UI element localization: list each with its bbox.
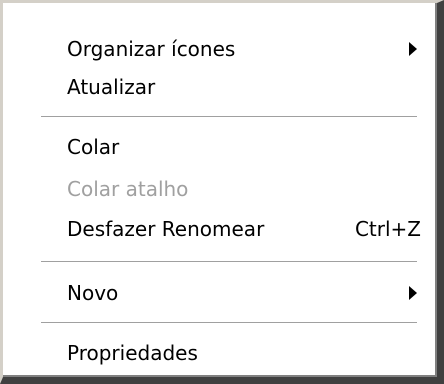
menu-item-atualizar[interactable]: Atualizar	[67, 71, 421, 103]
menu-separator	[41, 261, 417, 263]
menu-item-colar[interactable]: Colar	[67, 131, 421, 163]
menu-item-label: Colar atalho	[67, 177, 189, 201]
menu-item-propriedades[interactable]: Propriedades	[67, 337, 421, 369]
menu-item-shortcut: Ctrl+Z	[354, 217, 421, 241]
menu-separator	[41, 322, 417, 324]
menu-item-novo[interactable]: Novo	[67, 277, 421, 309]
menu-item-label: Propriedades	[67, 341, 198, 365]
context-menu: Organizar ícones Atualizar Colar Colar a…	[0, 0, 444, 384]
menu-item-label: Atualizar	[67, 75, 156, 99]
submenu-arrow-icon	[409, 42, 417, 56]
submenu-arrow-icon	[409, 286, 417, 300]
menu-item-colar-atalho: Colar atalho	[67, 173, 421, 205]
menu-item-label: Novo	[67, 281, 119, 305]
menu-item-label: Colar	[67, 135, 120, 159]
menu-item-desfazer-renomear[interactable]: Desfazer Renomear Ctrl+Z	[67, 213, 421, 245]
menu-item-label: Organizar ícones	[67, 37, 236, 61]
menu-separator	[41, 116, 417, 118]
menu-item-organizar-icones[interactable]: Organizar ícones	[67, 33, 421, 65]
menu-item-label: Desfazer Renomear	[67, 217, 265, 241]
